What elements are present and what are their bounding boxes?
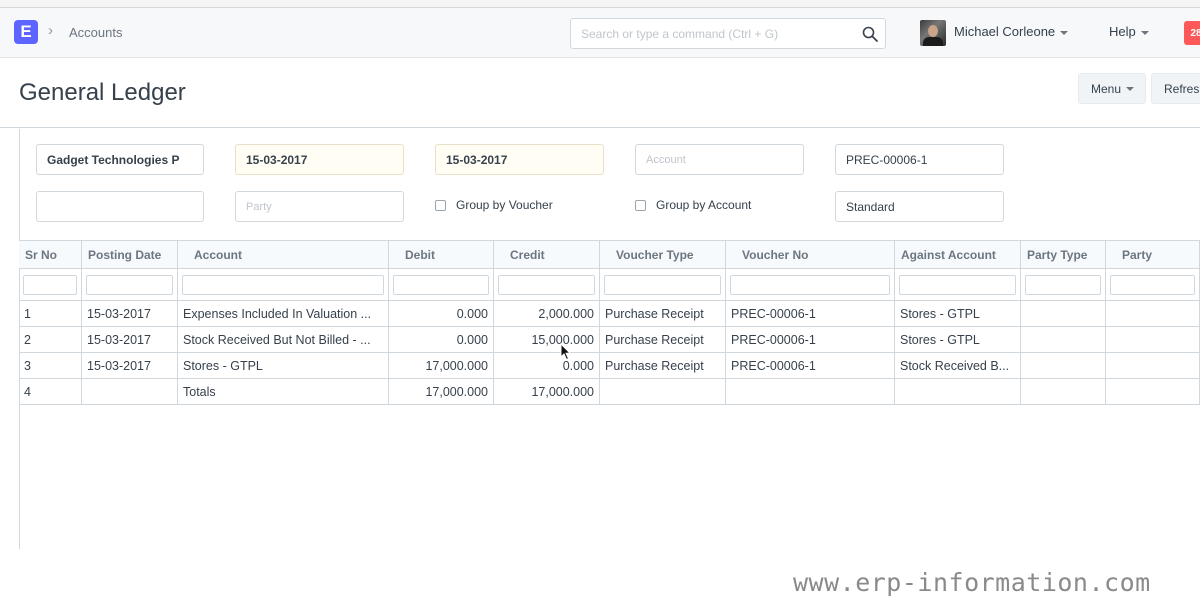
menu-button-label: Menu <box>1091 81 1122 96</box>
cell-credit: 2,000.000 <box>494 301 600 327</box>
group-by-account-label: Group by Account <box>656 198 752 212</box>
column-header-posting-date[interactable]: Posting Date <box>82 241 178 269</box>
column-header-sr-no[interactable]: Sr No <box>19 241 82 269</box>
group-by-voucher-checkbox[interactable]: Group by Voucher <box>435 195 553 215</box>
mouse-cursor-icon <box>560 343 572 361</box>
to-date-filter[interactable]: 15-03-2017 <box>435 144 604 175</box>
cell-debit: 0.000 <box>389 301 494 327</box>
cell-debit: 0.000 <box>389 327 494 353</box>
cell-account[interactable]: Stock Received But Not Billed - ... <box>178 327 389 353</box>
cell-sr-no: 3 <box>19 353 82 379</box>
column-filter-input[interactable] <box>730 274 890 295</box>
avatar[interactable] <box>920 20 946 46</box>
column-header-voucher-type[interactable]: Voucher Type <box>600 241 726 269</box>
cell-voucher-no <box>726 379 895 405</box>
party-type-filter[interactable] <box>36 191 204 222</box>
cell-party-type <box>1021 327 1106 353</box>
column-header-debit[interactable]: Debit <box>389 241 494 269</box>
checkbox-icon[interactable] <box>635 199 646 211</box>
cell-party-type <box>1021 353 1106 379</box>
cell-sr-no: 4 <box>19 379 82 405</box>
presentation-currency-filter[interactable]: Standard <box>835 191 1004 222</box>
column-filter-input[interactable] <box>604 274 721 295</box>
cell-debit: 17,000.000 <box>389 353 494 379</box>
cell-voucher-no[interactable]: PREC-00006-1 <box>726 301 895 327</box>
ledger-table: Sr No Posting Date Account Debit Credit … <box>19 240 1200 405</box>
search-input[interactable] <box>571 19 851 48</box>
cell-voucher-no[interactable]: PREC-00006-1 <box>726 327 895 353</box>
cell-sr-no: 1 <box>19 301 82 327</box>
cell-posting-date: 15-03-2017 <box>82 353 178 379</box>
cell-against-account: Stores - GTPL <box>895 327 1021 353</box>
checkbox-icon[interactable] <box>435 199 446 211</box>
cell-debit: 17,000.000 <box>389 379 494 405</box>
column-filter-input[interactable] <box>1110 274 1195 295</box>
awesome-bar <box>570 18 886 49</box>
cell-account: Totals <box>178 379 389 405</box>
cell-voucher-no[interactable]: PREC-00006-1 <box>726 353 895 379</box>
cell-against-account <box>895 379 1021 405</box>
column-filter-input[interactable] <box>899 274 1016 295</box>
user-dropdown[interactable]: Michael Corleone <box>954 24 1069 39</box>
column-filter-input[interactable] <box>23 274 77 295</box>
search-icon[interactable] <box>861 25 879 43</box>
cell-party <box>1106 327 1200 353</box>
cell-voucher-type: Purchase Receipt <box>600 353 726 379</box>
cell-credit: 15,000.000 <box>494 327 600 353</box>
watermark: www.erp-information.com <box>793 568 1151 597</box>
column-filter-input[interactable] <box>393 274 489 295</box>
column-filter-input[interactable] <box>182 274 384 295</box>
user-name: Michael Corleone <box>954 24 1056 39</box>
cell-voucher-type: Purchase Receipt <box>600 301 726 327</box>
caret-down-icon <box>1140 30 1149 35</box>
column-filter-input[interactable] <box>86 274 173 295</box>
cell-party <box>1106 353 1200 379</box>
party-filter[interactable]: Party <box>235 191 404 222</box>
page-header: General Ledger Menu Refresh <box>0 59 1200 128</box>
cell-against-account: Stores - GTPL <box>895 301 1021 327</box>
cell-party-type <box>1021 379 1106 405</box>
group-by-voucher-label: Group by Voucher <box>456 198 553 212</box>
cell-sr-no: 2 <box>19 327 82 353</box>
notification-badge[interactable]: 28 <box>1184 21 1200 45</box>
cell-credit: 0.000 <box>494 353 600 379</box>
account-filter[interactable]: Account <box>635 144 804 175</box>
cell-voucher-type <box>600 379 726 405</box>
column-header-party-type[interactable]: Party Type <box>1021 241 1106 269</box>
column-header-against-account[interactable]: Against Account <box>895 241 1021 269</box>
from-date-filter[interactable]: 15-03-2017 <box>235 144 404 175</box>
column-filter-input[interactable] <box>1025 274 1101 295</box>
column-header-voucher-no[interactable]: Voucher No <box>726 241 895 269</box>
caret-down-icon <box>1126 86 1135 91</box>
top-navbar: E › Accounts Michael Corleone Help 28 <box>0 8 1200 58</box>
browser-chrome-strip <box>0 0 1200 8</box>
voucher-no-filter[interactable]: PREC-00006-1 <box>835 144 1004 175</box>
caret-down-icon <box>1060 30 1069 35</box>
page-title: General Ledger <box>19 79 186 106</box>
cell-account[interactable]: Expenses Included In Valuation ... <box>178 301 389 327</box>
cell-credit: 17,000.000 <box>494 379 600 405</box>
cell-account[interactable]: Stores - GTPL <box>178 353 389 379</box>
cell-posting-date: 15-03-2017 <box>82 301 178 327</box>
cell-party <box>1106 301 1200 327</box>
help-label: Help <box>1109 24 1136 39</box>
column-header-credit[interactable]: Credit <box>494 241 600 269</box>
chevron-right-icon: › <box>48 22 53 39</box>
column-header-party[interactable]: Party <box>1106 241 1200 269</box>
menu-button[interactable]: Menu <box>1078 73 1146 104</box>
cell-against-account: Stock Received B... <box>895 353 1021 379</box>
cell-party-type <box>1021 301 1106 327</box>
cell-party <box>1106 379 1200 405</box>
refresh-button[interactable]: Refresh <box>1151 73 1200 104</box>
column-header-account[interactable]: Account <box>178 241 389 269</box>
breadcrumb-accounts[interactable]: Accounts <box>69 25 122 40</box>
app-logo[interactable]: E <box>14 20 38 44</box>
column-filter-input[interactable] <box>498 274 595 295</box>
group-by-account-checkbox[interactable]: Group by Account <box>635 195 751 215</box>
help-dropdown[interactable]: Help <box>1109 24 1149 39</box>
cell-posting-date <box>82 379 178 405</box>
cell-posting-date: 15-03-2017 <box>82 327 178 353</box>
company-filter[interactable]: Gadget Technologies P <box>36 144 204 175</box>
cell-voucher-type: Purchase Receipt <box>600 327 726 353</box>
